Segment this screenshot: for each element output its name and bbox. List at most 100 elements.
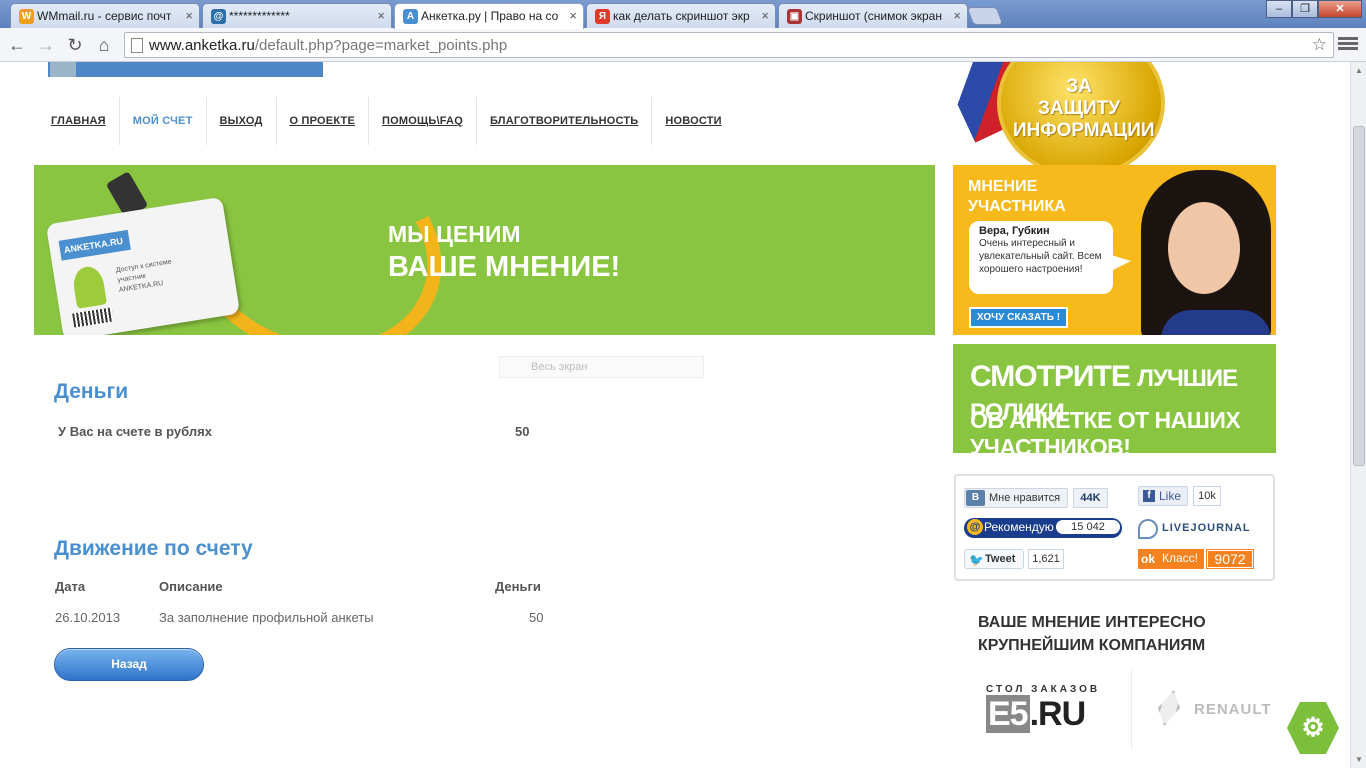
close-icon[interactable]: × xyxy=(185,8,193,23)
facebook-like-button[interactable]: f Like xyxy=(1138,486,1188,506)
mailru-icon: @ xyxy=(967,519,983,535)
back-icon[interactable]: ← xyxy=(5,34,29,56)
nav-home[interactable]: ГЛАВНАЯ xyxy=(38,97,120,145)
barcode-icon xyxy=(72,307,114,328)
tab-title: как делать скриншот экр xyxy=(613,9,750,23)
we-value-opinion-banner[interactable]: ANKETKA.RU Доступ к системе участник ANK… xyxy=(34,165,935,335)
scrollbar-thumb[interactable] xyxy=(1353,126,1365,466)
tweet-count: 1,621 xyxy=(1028,549,1064,569)
livejournal-button[interactable]: LIVEJOURNAL xyxy=(1138,519,1250,539)
forward-icon[interactable]: → xyxy=(34,34,58,56)
nav-help-faq[interactable]: ПОМОЩЬ\FAQ xyxy=(369,97,477,145)
browser-tab-bar: W WMmail.ru - сервис почт × @ **********… xyxy=(0,0,1366,29)
social-share-box: B Мне нравится 44K f Like 10k @ Рекомендую 1… xyxy=(954,474,1275,581)
nav-about[interactable]: О ПРОЕКТЕ xyxy=(277,97,369,145)
banner-line1: МЫ ЦЕНИМ xyxy=(388,221,521,247)
screenshot-site-icon: ▣ xyxy=(787,9,802,24)
e5-wordmark: E5.RU xyxy=(986,695,1086,733)
yandex-icon: Я xyxy=(595,9,610,24)
tweet-button[interactable]: 🐦 Tweet xyxy=(964,549,1024,569)
companies-heading: ВАШЕ МНЕНИЕ ИНТЕРЕСНО КРУПНЕЙШИМ КОМПАНИ… xyxy=(978,614,1206,654)
badge-header: ANKETKA.RU xyxy=(58,229,131,261)
odnoklassniki-button[interactable]: ok Класс! xyxy=(1138,549,1204,569)
mail-icon: @ xyxy=(211,9,226,24)
nav-charity[interactable]: БЛАГОТВОРИТЕЛЬНОСТЬ xyxy=(477,97,653,145)
url-path: /default.php?page=market_points.php xyxy=(254,37,508,54)
browser-tab[interactable]: W WMmail.ru - сервис почт × xyxy=(10,3,200,28)
window-controls: – ❐ ✕ xyxy=(1266,0,1362,18)
settings-gear-icon[interactable]: ⚙ xyxy=(1287,702,1339,754)
browser-tab[interactable]: ▣ Скриншот (снимок экран × xyxy=(778,3,968,28)
watch-videos-banner[interactable]: СМОТРИТЕ ЛУЧШИЕ РОЛИКИ ОБ АНКЕТКЕ ОТ НАШ… xyxy=(953,344,1276,460)
browser-toolbar: ← → ↻ ⌂ www.anketka.ru/default.php?page=… xyxy=(0,28,1366,62)
mailru-recommend-button[interactable]: @ Рекомендую 15 042 xyxy=(964,518,1122,538)
back-button[interactable]: Назад xyxy=(54,648,204,681)
maximize-icon[interactable]: ❐ xyxy=(1292,0,1318,18)
page-icon xyxy=(131,38,143,53)
renault-diamond-icon xyxy=(1153,690,1185,726)
member-badge-graphic: ANKETKA.RU Доступ к системе участник ANK… xyxy=(45,196,241,335)
url-text[interactable]: www.anketka.ru/default.php?page=market_p… xyxy=(149,37,507,54)
minimize-icon[interactable]: – xyxy=(1266,0,1292,18)
odnoklassniki-icon: ok xyxy=(1141,552,1156,566)
tab-title: WMmail.ru - сервис почт xyxy=(37,9,172,23)
opinion-title: МНЕНИЕ УЧАСТНИКА xyxy=(968,178,1066,215)
nav-logout[interactable]: ВЫХОД xyxy=(207,97,277,145)
scroll-up-icon[interactable]: ▲ xyxy=(1355,66,1363,75)
tab-title: Скриншот (снимок экран xyxy=(805,9,942,23)
close-window-icon[interactable]: ✕ xyxy=(1318,0,1362,18)
balance-label: У Вас на счете в рублях xyxy=(58,424,212,439)
vk-like-button[interactable]: B Мне нравится xyxy=(964,488,1068,508)
info-protection-medal[interactable]: ЗА ЗАЩИТУ ИНФОРМАЦИИ xyxy=(953,62,1276,165)
browser-tab[interactable]: @ ************* × xyxy=(202,3,392,28)
close-icon[interactable]: × xyxy=(569,8,577,23)
column-header-date: Дата xyxy=(55,579,86,594)
renault-wordmark: RENAULT xyxy=(1194,701,1272,718)
new-tab-button[interactable] xyxy=(966,7,1004,25)
medal-text-line3: ИНФОРМАЦИИ xyxy=(1013,120,1155,141)
cell-description: За заполнение профильной анкеты xyxy=(159,610,374,625)
want-to-say-button[interactable]: ХОЧУ СКАЗАТЬ ! xyxy=(969,307,1068,328)
member-quote: Очень интересный и увлекательный сайт. В… xyxy=(979,238,1102,275)
member-name: Вера, Губкин xyxy=(979,225,1050,237)
divider xyxy=(1131,669,1132,749)
column-header-description: Описание xyxy=(159,579,223,594)
tab-title: Анкетка.ру | Право на со xyxy=(421,9,559,23)
facebook-icon: f xyxy=(1143,490,1155,502)
home-icon[interactable]: ⌂ xyxy=(92,34,116,56)
twitter-icon: 🐦 xyxy=(969,553,984,567)
browser-tab-active[interactable]: A Анкетка.ру | Право на со × xyxy=(394,3,584,29)
speech-bubble: Вера, Губкин Очень интересный и увлекате… xyxy=(969,221,1131,294)
badge-text: Доступ к системе участник ANKETKA.RU xyxy=(115,258,173,294)
web-page: ГЛАВНАЯ МОЙ СЧЕТ ВЫХОД О ПРОЕКТЕ ПОМОЩЬ\… xyxy=(0,62,1350,768)
medal-text-line1: ЗА xyxy=(1066,76,1092,97)
fullscreen-overlay-label: Весь экран xyxy=(499,356,704,378)
medal-text-line2: ЗАЩИТУ xyxy=(1037,98,1121,119)
close-icon[interactable]: × xyxy=(377,8,385,23)
wmmail-icon: W xyxy=(19,9,34,24)
anketka-icon: A xyxy=(403,9,418,24)
menu-icon[interactable] xyxy=(1338,35,1358,55)
money-heading: Деньги xyxy=(54,380,129,403)
banner-line2: ВАШЕ МНЕНИЕ! xyxy=(388,251,621,283)
page-scrollbar[interactable]: ▲ ▼ xyxy=(1350,62,1366,768)
browser-tab[interactable]: Я как делать скриншот экр × xyxy=(586,3,776,28)
site-logo-strip[interactable] xyxy=(48,62,323,77)
column-header-money: Деньги xyxy=(495,579,541,594)
member-photo xyxy=(1141,170,1276,335)
e5-tagline: СТОЛ ЗАКАЗОВ xyxy=(986,684,1101,695)
close-icon[interactable]: × xyxy=(953,8,961,23)
close-icon[interactable]: × xyxy=(761,8,769,23)
bookmark-star-icon[interactable]: ☆ xyxy=(1312,35,1327,55)
scroll-down-icon[interactable]: ▼ xyxy=(1355,755,1363,764)
address-bar[interactable]: www.anketka.ru/default.php?page=market_p… xyxy=(124,32,1334,58)
livejournal-icon xyxy=(1138,519,1158,539)
movements-heading: Движение по счету xyxy=(54,537,253,560)
member-opinion-block: МНЕНИЕ УЧАСТНИКА Вера, Губкин Очень инте… xyxy=(953,165,1276,335)
nav-my-account[interactable]: МОЙ СЧЕТ xyxy=(120,97,207,145)
cell-date: 26.10.2013 xyxy=(55,610,121,625)
vk-icon: B xyxy=(966,490,985,506)
e5-logo[interactable]: СТОЛ ЗАКАЗОВ E5.RU xyxy=(986,684,1100,734)
nav-news[interactable]: НОВОСТИ xyxy=(652,97,734,145)
reload-icon[interactable]: ↻ xyxy=(63,34,87,56)
